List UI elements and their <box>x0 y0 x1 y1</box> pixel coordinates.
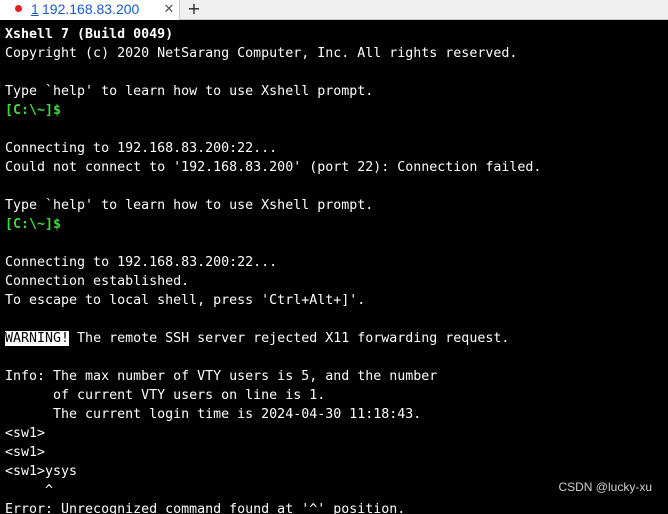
terminal-line: of current VTY users on line is 1. <box>5 388 326 403</box>
tab-title: 192.168.83.200 <box>42 1 140 17</box>
terminal-line: <sw1>ysys <box>5 464 78 479</box>
terminal-line: The current login time is 2024-04-30 11:… <box>5 407 422 422</box>
terminal-line: Info: The max number of VTY users is 5, … <box>5 369 438 384</box>
terminal-line: Connecting to 192.168.83.200:22... <box>5 141 278 156</box>
local-prompt: [C:\~]$ <box>5 217 62 232</box>
watermark: CSDN @lucky-xu <box>558 480 652 494</box>
tab-bar: 1 192.168.83.200 ✕ + <box>0 0 668 20</box>
terminal-line: ^ <box>5 483 54 498</box>
terminal-line: Connection established. <box>5 274 190 289</box>
tab-number: 1 <box>31 1 39 17</box>
terminal-output: Xshell 7 (Build 0049) Copyright (c) 2020 … <box>5 25 541 514</box>
terminal-line: Copyright (c) 2020 NetSarang Computer, I… <box>5 46 518 61</box>
terminal-line: Type `help' to learn how to use Xshell p… <box>5 84 374 99</box>
terminal-line: Connecting to 192.168.83.200:22... <box>5 255 278 270</box>
warning-message: The remote SSH server rejected X11 forwa… <box>69 331 510 346</box>
terminal-line: WARNING! The remote SSH server rejected … <box>5 329 541 348</box>
terminal-line: To escape to local shell, press 'Ctrl+Al… <box>5 293 366 308</box>
terminal-line: Type `help' to learn how to use Xshell p… <box>5 198 374 213</box>
local-prompt: [C:\~]$ <box>5 103 62 118</box>
close-tab-icon[interactable]: ✕ <box>163 0 175 18</box>
connection-status-icon <box>15 5 22 12</box>
warning-badge: WARNING! <box>5 331 70 346</box>
terminal-line: <sw1> <box>5 445 46 460</box>
terminal-line: Xshell 7 (Build 0049) <box>5 27 174 42</box>
terminal-area[interactable]: Xshell 7 (Build 0049) Copyright (c) 2020 … <box>0 20 668 514</box>
session-tab[interactable]: 1 192.168.83.200 ✕ <box>0 0 180 20</box>
terminal-line: Error: Unrecognized command found at '^'… <box>5 502 406 514</box>
terminal-line: Could not connect to '192.168.83.200' (p… <box>5 160 542 175</box>
new-tab-button[interactable]: + <box>184 0 204 19</box>
terminal-line: <sw1> <box>5 426 46 441</box>
